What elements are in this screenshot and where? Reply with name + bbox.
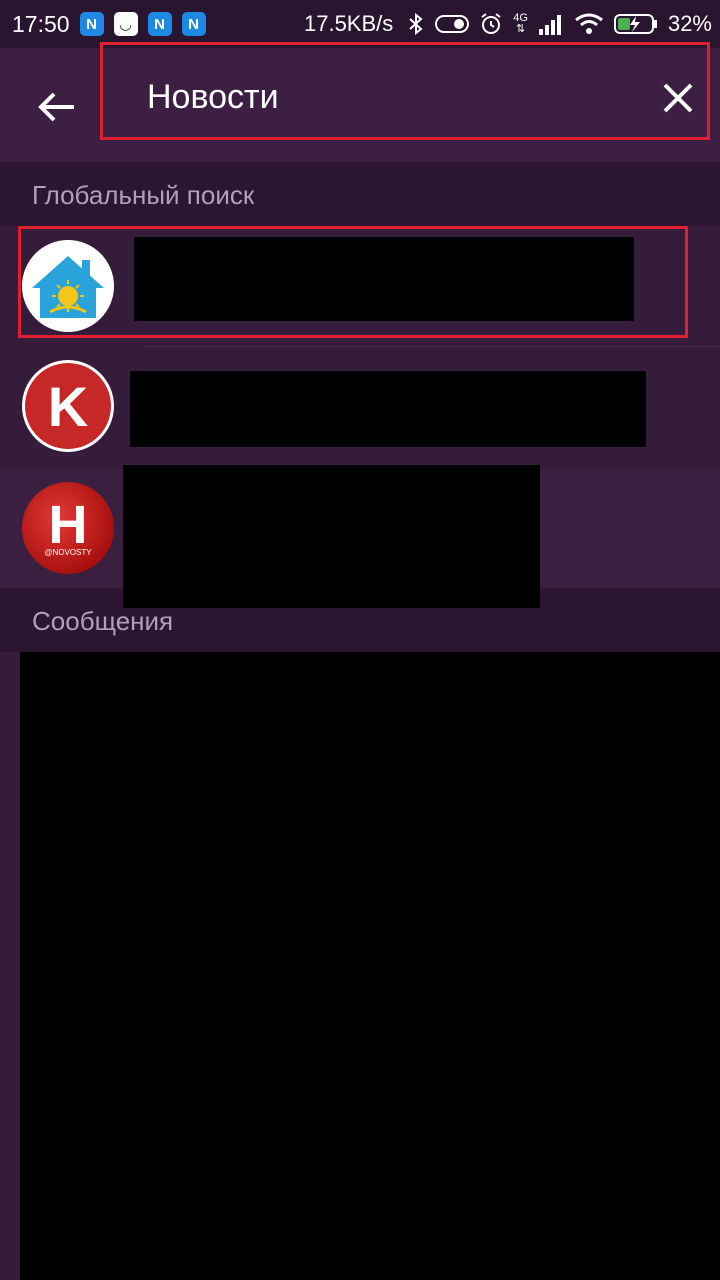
search-toolbar <box>0 42 720 162</box>
battery-charging-icon <box>613 14 657 34</box>
avatar: K <box>22 360 114 452</box>
redacted-result-text <box>130 371 646 447</box>
status-bar: 17:50 N ◡ N N 17.5KB/s 4G ⇅ 32% <box>0 0 720 48</box>
notification-app-icon: N <box>79 12 104 36</box>
redacted-overflow <box>123 588 540 608</box>
search-result-item[interactable]: K <box>0 348 720 468</box>
avatar-letter: K <box>25 363 111 449</box>
section-title: Сообщения <box>32 606 174 636</box>
alarm-icon <box>481 13 501 34</box>
search-input[interactable] <box>147 75 607 119</box>
network-speed: 17.5KB/s <box>303 11 394 36</box>
close-icon <box>663 83 693 113</box>
section-header-global-search: Глобальный поиск <box>0 162 720 226</box>
avatar-caption: @NOVOSTY <box>44 548 92 557</box>
redacted-messages-list <box>20 652 720 1280</box>
notification-shop-icon: ◡ <box>113 12 138 36</box>
section-title: Глобальный поиск <box>32 180 255 210</box>
search-highlight-box <box>100 42 710 140</box>
battery-percent: 32% <box>667 11 712 36</box>
result-highlight-box <box>18 226 688 338</box>
clear-search-button[interactable] <box>658 78 698 118</box>
notification-app-icon: N <box>181 12 206 36</box>
avatar-letter: H <box>48 495 88 555</box>
status-time: 17:50 <box>12 10 70 37</box>
divider <box>144 346 720 347</box>
toggle-icon <box>435 15 470 33</box>
arrow-left-icon <box>38 92 74 122</box>
redacted-result-text <box>123 465 540 608</box>
bluetooth-icon <box>409 12 423 36</box>
network-type-label: 4G <box>513 12 528 24</box>
notification-app-icon: N <box>147 12 172 36</box>
network-type: 4G ⇅ <box>513 12 528 35</box>
wifi-icon <box>575 13 603 34</box>
back-button[interactable] <box>34 84 80 130</box>
avatar: H @NOVOSTY <box>22 482 114 574</box>
signal-icon <box>538 15 561 35</box>
